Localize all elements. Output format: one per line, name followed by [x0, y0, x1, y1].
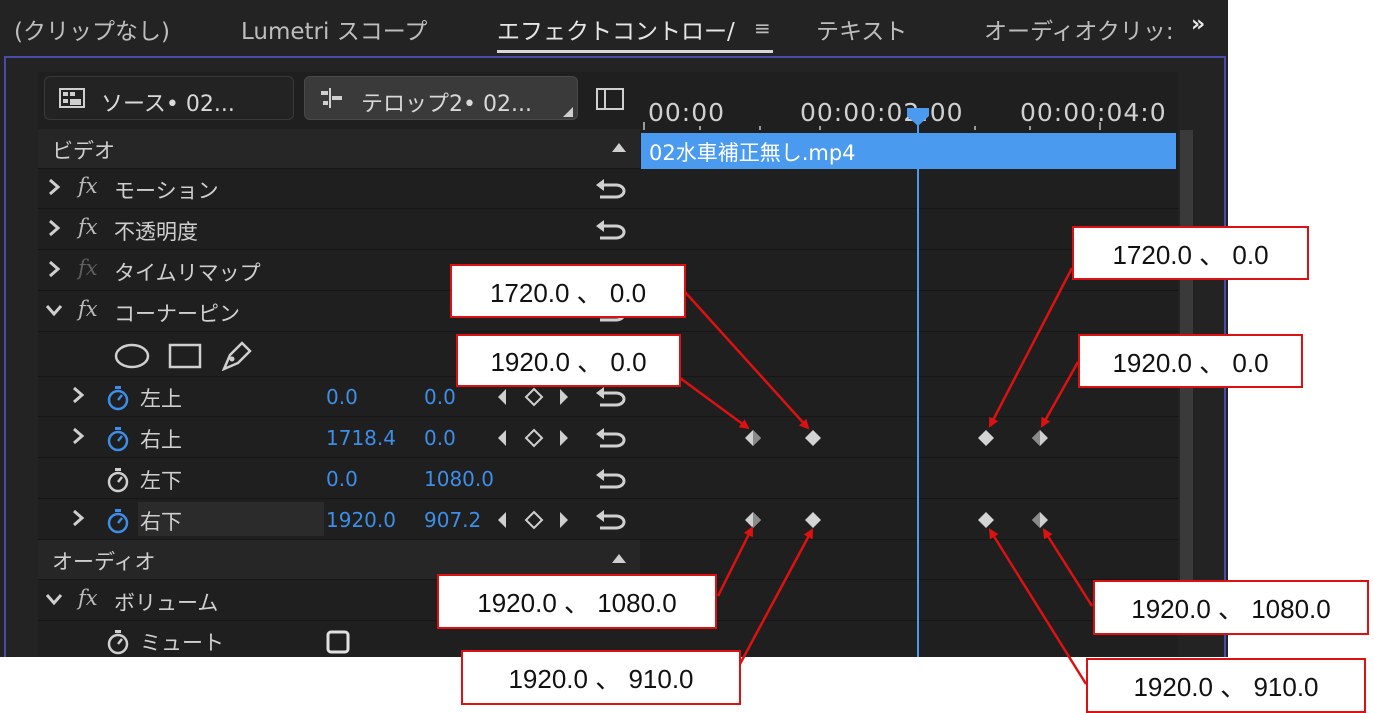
annotation-callout: 1720.0 、 0.0 [1072, 226, 1309, 280]
param-name: 右下 [140, 510, 182, 534]
annotation-callout: 1920.0 、 1080.0 [437, 574, 717, 629]
annotation-callout: 1720.0 、 0.0 [450, 264, 686, 318]
annotation-callout: 1920.0 、 1080.0 [1093, 580, 1369, 635]
annotation-callout: 1920.0 、 0.0 [1078, 334, 1303, 388]
annotation-callout: 1920.0 、 910.0 [461, 650, 741, 705]
annotation-callout: 1920.0 、 0.0 [456, 334, 681, 387]
annotation-callout: 1920.0 、 910.0 [1086, 658, 1366, 713]
